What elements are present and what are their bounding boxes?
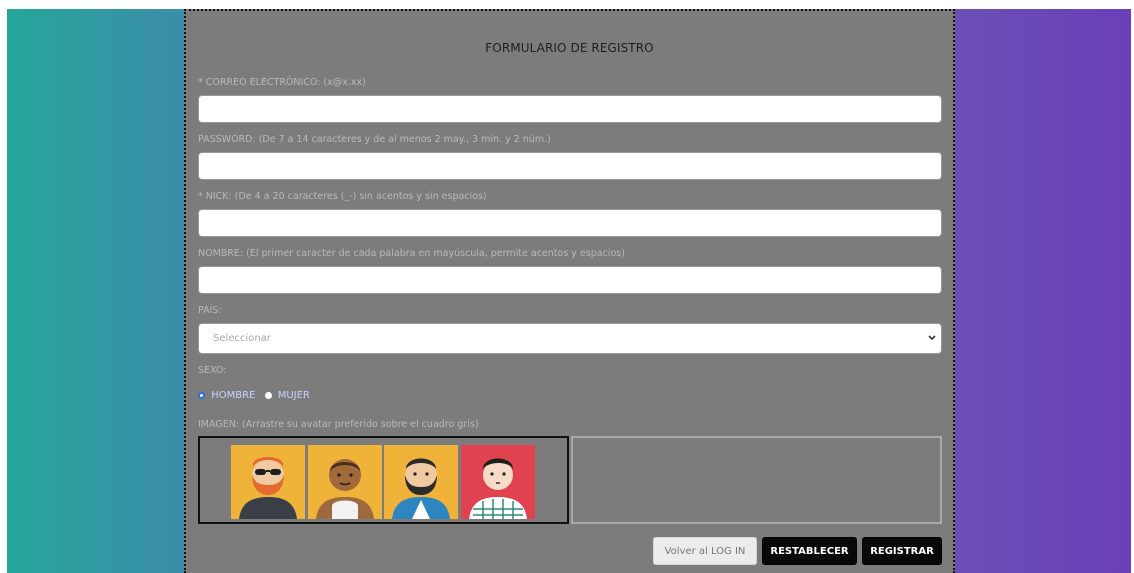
- pais-selected-value: Seleccionar: [213, 333, 271, 344]
- avatar-drop-zone[interactable]: [571, 436, 942, 524]
- tank-top-avatar[interactable]: [308, 445, 382, 519]
- sexo-label: SEXO:: [198, 365, 227, 376]
- radio-mujer-label: MUJER: [277, 390, 310, 401]
- bearded-sunglasses-avatar[interactable]: [231, 445, 305, 519]
- radio-hombre[interactable]: [198, 392, 205, 399]
- password-label: PASSWORD: (De 7 a 14 caracteres y de al …: [198, 134, 551, 145]
- sexo-radio-group: HOMBRE MUJER: [198, 390, 316, 404]
- registrar-button[interactable]: REGISTRAR: [862, 537, 942, 565]
- radio-hombre-label: HOMBRE: [211, 390, 256, 401]
- nick-field[interactable]: [198, 209, 942, 237]
- avatar-gallery: [198, 436, 569, 524]
- volver-login-button[interactable]: Volver al LOG IN: [653, 537, 757, 565]
- registration-form: FORMULARIO DE REGISTRO * CORREO ELECTRÓN…: [184, 9, 955, 573]
- imagen-label: IMAGEN: (Arrastre su avatar preferido so…: [198, 419, 479, 430]
- restablecer-button[interactable]: RESTABLECER: [762, 537, 857, 565]
- form-title: FORMULARIO DE REGISTRO: [485, 41, 654, 55]
- email-field[interactable]: [198, 95, 942, 123]
- beard-avatar[interactable]: [384, 445, 458, 519]
- password-field[interactable]: [198, 152, 942, 180]
- plaid-shirt-avatar[interactable]: [461, 445, 535, 519]
- radio-mujer[interactable]: [264, 392, 272, 399]
- nombre-label: NOMBRE: (El primer caracter de cada pala…: [198, 248, 625, 259]
- email-label: * CORREO ELECTRÓNICO: (x@x.xx): [198, 77, 366, 88]
- pais-select[interactable]: Seleccionar: [198, 323, 942, 354]
- pais-label: PAÍS:: [198, 305, 222, 316]
- nick-label: * NICK: (De 4 a 20 caracteres (_-) sin a…: [198, 191, 487, 202]
- nombre-field[interactable]: [198, 266, 942, 294]
- chevron-down-icon: [928, 335, 936, 341]
